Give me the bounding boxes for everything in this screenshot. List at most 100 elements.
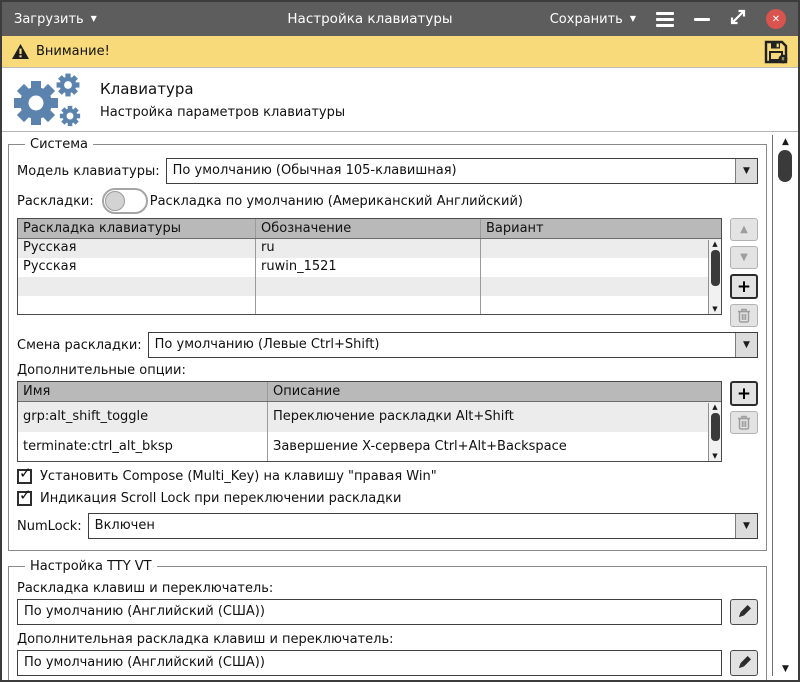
plus-icon: + [737, 277, 751, 297]
scrolllock-checkbox-label: Индикация Scroll Lock при переключении р… [40, 491, 401, 506]
window-title: Настройка клавиатуры [224, 11, 516, 27]
tty-layout-label: Раскладка клавиш и переключатель: [17, 581, 758, 596]
save-menu-label: Сохранить [550, 12, 623, 27]
chevron-down-icon: ▼ [743, 166, 750, 176]
dropdown-button[interactable]: ▼ [735, 159, 757, 183]
scrolllock-checkbox-row[interactable]: ✓ Индикация Scroll Lock при переключении… [17, 491, 758, 506]
scrollbar-thumb[interactable] [778, 150, 792, 182]
system-group-legend: Система [25, 137, 93, 152]
switch-hotkey-select[interactable]: По умолчанию (Левые Ctrl+Shift) ▼ [148, 332, 758, 358]
table-row[interactable]: Русскаяruwin_1521 [18, 258, 721, 277]
up-arrow-icon: ▲ [740, 224, 748, 235]
warning-text: Внимание! [36, 44, 110, 59]
scroll-down-icon[interactable]: ▼ [712, 452, 717, 461]
tty-extra-layout-row: По умолчанию (Английский (США)) [17, 650, 758, 676]
table-cell: Русская [18, 239, 256, 258]
close-button[interactable]: ✕ [766, 9, 786, 29]
warning-bar: Внимание! [2, 36, 798, 68]
layouts-label: Раскладки: [17, 194, 94, 209]
compose-checkbox-label: Установить Compose (Multi_Key) на клавиш… [40, 469, 437, 484]
table-cell [481, 258, 721, 277]
pencil-icon [736, 604, 752, 620]
minimize-button[interactable] [694, 18, 710, 21]
add-option-button[interactable]: + [730, 381, 758, 406]
column-header[interactable]: Раскладка клавиатуры [18, 219, 256, 238]
table-header-row: ИмяОписание [18, 382, 721, 402]
dropdown-button[interactable]: ▼ [735, 333, 757, 357]
layouts-table-scrollbar[interactable]: ▲ ▼ [708, 240, 721, 314]
scrollbar-thumb[interactable] [711, 250, 720, 286]
tty-extra-layout-field[interactable]: По умолчанию (Английский (США)) [17, 650, 722, 676]
tty-layout-row: По умолчанию (Английский (США)) [17, 599, 758, 625]
scroll-up-icon[interactable]: ▲ [712, 240, 717, 249]
checkbox-checked-icon[interactable]: ✓ [17, 491, 32, 506]
page-header: Клавиатура Настройка параметров клавиату… [2, 68, 798, 132]
table-cell: Русская [18, 258, 256, 277]
layouts-table-buttons: ▲ ▼ + [730, 218, 758, 327]
keyboard-settings-window: Загрузить ▼ Настройка клавиатуры Сохрани… [0, 0, 800, 682]
tty-layout-edit-button[interactable] [730, 599, 758, 625]
tty-layout-field[interactable]: По умолчанию (Английский (США)) [17, 599, 722, 625]
scroll-down-icon[interactable]: ▼ [782, 663, 789, 675]
scroll-up-icon[interactable]: ▲ [782, 136, 789, 148]
trash-icon [737, 308, 751, 323]
options-table-wrap: ИмяОписание grp:alt_shift_toggleПереключ… [17, 381, 758, 462]
chevron-down-icon: ▼ [743, 340, 750, 350]
dropdown-button[interactable]: ▼ [735, 514, 757, 538]
table-cell: grp:alt_shift_toggle [18, 402, 268, 432]
table-header-row: Раскладка клавиатурыОбозначениеВариант [18, 219, 721, 239]
add-layout-button[interactable]: + [730, 274, 758, 299]
table-cell: ru [256, 239, 481, 258]
page-subtitle: Настройка параметров клавиатуры [100, 105, 345, 120]
default-layout-toggle[interactable] [102, 188, 148, 214]
load-menu-button[interactable]: Загрузить ▼ [14, 12, 224, 27]
table-cell [481, 239, 721, 258]
table-row[interactable] [18, 296, 721, 315]
settings-content: Система Модель клавиатуры: По умолчанию … [8, 135, 772, 676]
scroll-up-icon[interactable]: ▲ [712, 403, 717, 412]
system-group: Система Модель клавиатуры: По умолчанию … [8, 137, 767, 551]
keyboard-model-select[interactable]: По умолчанию (Обычная 105-клавишная) ▼ [166, 158, 758, 184]
compose-checkbox-row[interactable]: ✓ Установить Compose (Multi_Key) на клав… [17, 469, 758, 484]
plus-icon: + [737, 384, 751, 404]
switch-hotkey-row: Смена раскладки: По умолчанию (Левые Ctr… [17, 332, 758, 358]
extra-options-label: Дополнительные опции: [17, 363, 758, 378]
save-changes-button[interactable] [764, 40, 788, 64]
delete-option-button[interactable] [730, 411, 758, 434]
menu-button[interactable] [656, 12, 674, 27]
column-header[interactable]: Обозначение [256, 219, 481, 238]
options-table: ИмяОписание grp:alt_shift_toggleПереключ… [17, 381, 722, 462]
numlock-select[interactable]: Включен ▼ [88, 513, 758, 539]
main-area: Система Модель клавиатуры: По умолчанию … [2, 132, 798, 680]
table-row[interactable] [18, 277, 721, 296]
table-row[interactable]: terminate:ctrl_alt_bkspЗавершение X-серв… [18, 432, 721, 462]
column-header[interactable]: Описание [268, 382, 721, 401]
delete-layout-button[interactable] [730, 304, 758, 327]
tty-extra-layout-label: Дополнительная раскладка клавиш и перекл… [17, 632, 758, 647]
layouts-toggle-text: Раскладка по умолчанию (Американский Анг… [150, 194, 523, 209]
checkbox-checked-icon[interactable]: ✓ [17, 469, 32, 484]
page-scrollbar[interactable]: ▲ ▼ [772, 135, 798, 676]
scroll-down-icon[interactable]: ▼ [712, 305, 717, 314]
tty-group: Настройка TTY VT Раскладка клавиш и пере… [8, 559, 767, 680]
table-row[interactable]: Русскаяru [18, 239, 721, 258]
column-header[interactable]: Имя [18, 382, 268, 401]
table-row[interactable]: grp:alt_shift_toggleПереключение расклад… [18, 402, 721, 432]
move-down-button[interactable]: ▼ [730, 246, 758, 269]
switch-hotkey-label: Смена раскладки: [17, 338, 142, 353]
save-menu-button[interactable]: Сохранить ▼ [550, 12, 636, 27]
table-cell: Завершение X-сервера Ctrl+Alt+Backspace [268, 432, 721, 462]
chevron-down-icon: ▼ [743, 521, 750, 531]
expand-icon [730, 9, 746, 25]
table-cell [18, 277, 256, 296]
numlock-row: NumLock: Включен ▼ [17, 513, 758, 539]
column-header[interactable]: Вариант [481, 219, 721, 238]
scrollbar-thumb[interactable] [711, 413, 720, 441]
titlebar-actions: Сохранить ▼ ✕ [516, 9, 786, 29]
hamburger-icon [656, 12, 674, 15]
move-up-button[interactable]: ▲ [730, 218, 758, 241]
fullscreen-button[interactable] [730, 9, 746, 29]
trash-icon [737, 415, 751, 430]
tty-extra-layout-edit-button[interactable] [730, 650, 758, 676]
options-table-scrollbar[interactable]: ▲ ▼ [708, 403, 721, 461]
